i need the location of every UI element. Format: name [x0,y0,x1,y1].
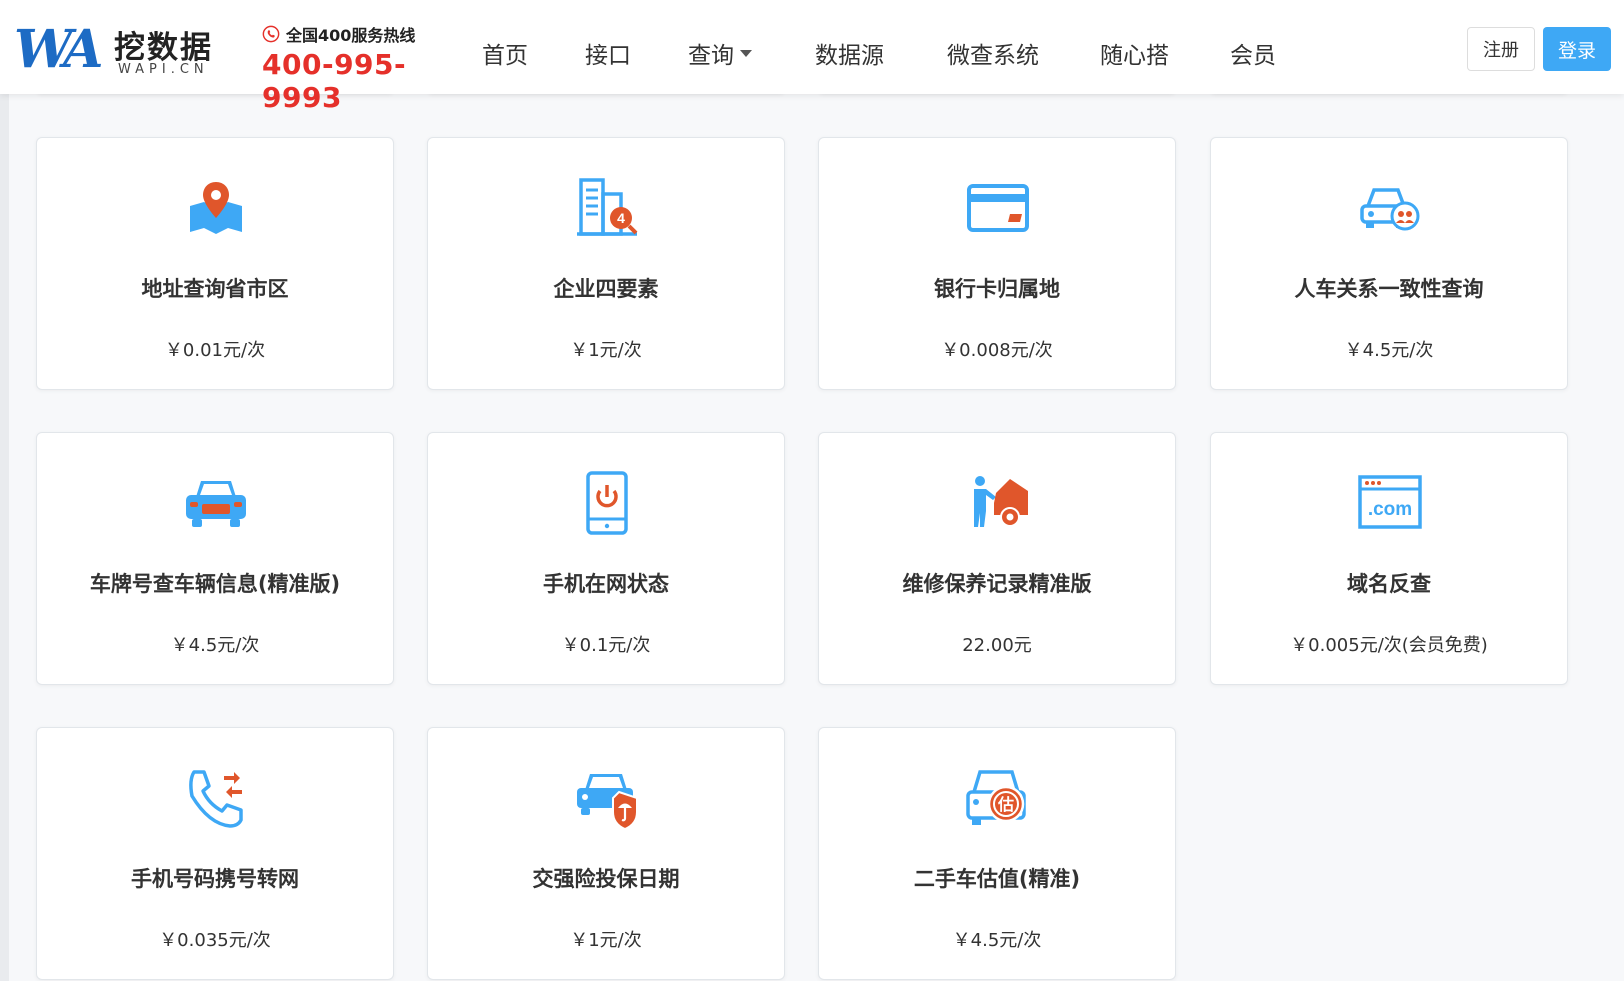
product-price: ￥4.5元/次 [952,930,1042,951]
nav-api[interactable]: 接口 [585,36,631,70]
car-repair-icon [974,476,1028,527]
company-search-icon: 4 [577,178,638,236]
product-price: ￥0.008元/次 [941,340,1053,361]
left-scroll-strip [0,94,9,981]
site-logo[interactable]: WA 挖数据 WAPI.CN [14,22,219,78]
logo-chinese-name: 挖数据 [114,30,213,66]
product-title: 银行卡归属地 [934,277,1060,301]
phone-transfer-icon [189,770,243,828]
domain-com-icon: .com [1358,475,1422,529]
bank-card-icon [967,184,1029,232]
product-card[interactable]: 人车关系一致性查询 ￥4.5元/次 [1210,137,1568,390]
register-button[interactable]: 注册 [1467,27,1535,71]
product-card[interactable]: 交强险投保日期 ￥1元/次 [427,727,785,980]
product-price: ￥1元/次 [570,340,642,361]
mobile-power-icon [586,471,628,535]
used-car-value-icon: 估 [966,770,1026,825]
product-title: 车牌号查车辆信息(精准版) [89,572,341,596]
product-card[interactable]: 4 企业四要素 ￥1元/次 [427,137,785,390]
map-pin-icon [190,182,242,234]
logo-mark: WA [14,19,103,80]
chevron-down-icon [740,49,752,57]
product-price: ￥0.1元/次 [561,635,651,656]
product-title: 手机在网状态 [543,572,669,596]
product-card[interactable]: 银行卡归属地 ￥0.008元/次 [818,137,1176,390]
product-title: 域名反查 [1347,572,1431,596]
nav-weicha[interactable]: 微查系统 [947,36,1039,70]
hotline: 全国400服务热线 400-995-9993 [262,22,462,114]
product-card[interactable]: 维修保养记录精准版 22.00元 [818,432,1176,685]
svg-text:4: 4 [617,210,625,226]
product-price: 22.00元 [962,635,1032,656]
product-card[interactable]: .com 域名反查 ￥0.005元/次(会员免费) [1210,432,1568,685]
product-title: 手机号码携号转网 [131,867,299,891]
product-title: 交强险投保日期 [532,867,680,891]
product-title: 人车关系一致性查询 [1294,277,1484,301]
product-card[interactable]: 车牌号查车辆信息(精准版) ￥4.5元/次 [36,432,394,685]
nav-home[interactable]: 首页 [482,36,528,70]
product-title: 二手车估值(精准) [913,867,1081,891]
product-price: ￥4.5元/次 [1344,340,1434,361]
car-insurance-icon [577,774,638,830]
product-card[interactable]: 估 二手车估值(精准) ￥4.5元/次 [818,727,1176,980]
car-people-icon [1360,188,1420,231]
hotline-label: 全国400服务热线 [286,26,416,45]
product-price: ￥1元/次 [570,930,642,951]
product-card[interactable]: 地址查询省市区 ￥0.01元/次 [36,137,394,390]
svg-text:估: 估 [997,795,1014,814]
product-price: ￥4.5元/次 [170,635,260,656]
svg-text:.com: .com [1368,499,1412,520]
nav-member[interactable]: 会员 [1230,36,1276,70]
product-title: 企业四要素 [553,277,659,301]
phone-icon [262,25,280,43]
hotline-number: 400-995-9993 [262,48,407,114]
product-card[interactable]: 手机在网状态 ￥0.1元/次 [427,432,785,685]
login-button[interactable]: 登录 [1543,27,1611,71]
logo-domain: WAPI.CN [118,62,209,77]
nav-datasource[interactable]: 数据源 [815,36,884,70]
product-price: ￥0.035元/次 [159,930,271,951]
nav-query[interactable]: 查询 [688,36,752,70]
product-price: ￥0.01元/次 [164,340,266,361]
product-title: 地址查询省市区 [141,277,289,301]
product-title: 维修保养记录精准版 [902,572,1092,596]
product-card[interactable]: 手机号码携号转网 ￥0.035元/次 [36,727,394,980]
license-plate-car-icon [186,481,246,527]
site-header: WA 挖数据 WAPI.CN 全国400服务热线 400-995-9993 首页… [0,0,1624,114]
nav-suixinda[interactable]: 随心搭 [1100,36,1169,70]
product-price: ￥0.005元/次(会员免费) [1290,635,1488,656]
